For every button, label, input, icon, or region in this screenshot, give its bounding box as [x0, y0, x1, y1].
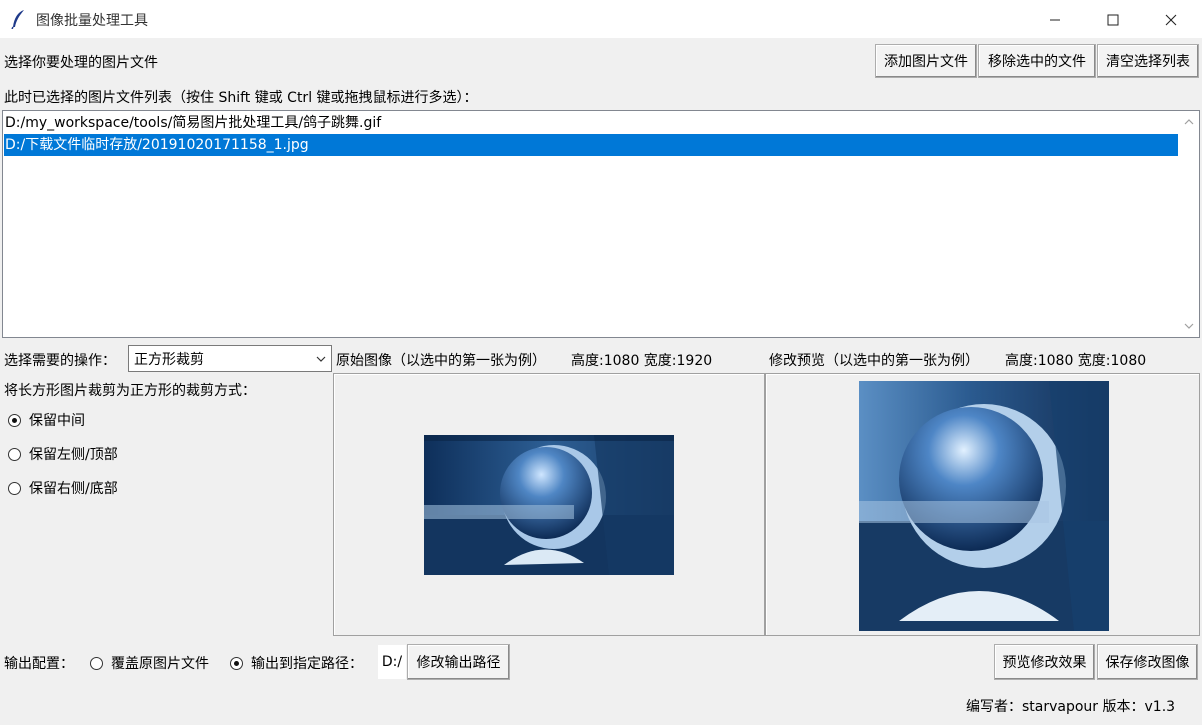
add-files-button[interactable]: 添加图片文件: [875, 44, 977, 78]
crop-option-label: 保留右侧/底部: [29, 481, 118, 497]
feather-icon: [10, 9, 28, 30]
save-image-button[interactable]: 保存修改图像: [1097, 644, 1198, 680]
output-overwrite-option[interactable]: 覆盖原图片文件: [90, 653, 209, 673]
original-dims: 高度:1080 宽度:1920: [571, 353, 713, 369]
file-listbox[interactable]: D:/my_workspace/tools/简易图片批处理工具/鸽子跳舞.gif…: [2, 110, 1200, 338]
window-title: 图像批量处理工具: [36, 13, 148, 29]
crop-option-label: 保留中间: [29, 413, 85, 429]
title-bar: [0, 0, 1202, 39]
output-path-text: D:/: [381, 654, 403, 670]
crop-option-right-bottom[interactable]: 保留右侧/底部: [8, 478, 118, 498]
list-item[interactable]: D:/my_workspace/tools/简易图片批处理工具/鸽子跳舞.gif: [4, 112, 1178, 134]
radio-icon[interactable]: [8, 481, 21, 495]
original-image: [424, 435, 674, 575]
output-config-label: 输出配置：: [4, 656, 74, 672]
radio-icon[interactable]: [90, 656, 103, 670]
chevron-down-icon[interactable]: [315, 353, 327, 365]
change-output-path-button[interactable]: 修改输出路径: [407, 644, 510, 680]
operation-selected-value: 正方形裁剪: [134, 351, 204, 368]
crop-option-center[interactable]: 保留中间: [8, 410, 85, 430]
crop-option-label: 保留左侧/顶部: [29, 447, 118, 463]
remove-selected-button[interactable]: 移除选中的文件: [978, 44, 1096, 78]
close-icon: [1165, 14, 1177, 25]
crop-mode-caption: 将长方形图片裁剪为正方形的裁剪方式：: [4, 383, 256, 399]
clear-list-button[interactable]: 清空选择列表: [1097, 44, 1199, 78]
chevron-up-icon[interactable]: [1184, 117, 1194, 127]
preview-image: [859, 381, 1109, 631]
overwrite-label: 覆盖原图片文件: [111, 656, 209, 672]
list-item-selected[interactable]: D:/下载文件临时存放/20191020171158_1.jpg: [4, 134, 1178, 156]
original-image-panel: [333, 373, 765, 636]
list-scrollbar[interactable]: [1179, 111, 1199, 337]
output-path-value: D:/: [378, 645, 406, 679]
maximize-button[interactable]: [1084, 0, 1142, 39]
operation-combobox[interactable]: 正方形裁剪: [128, 345, 332, 372]
chevron-down-icon[interactable]: [1184, 321, 1194, 331]
close-button[interactable]: [1142, 0, 1200, 39]
radio-icon[interactable]: [8, 447, 21, 461]
output-to-path-option[interactable]: 输出到指定路径：: [230, 653, 363, 673]
file-select-prompt: 选择你要处理的图片文件: [4, 55, 158, 71]
preview-caption: 修改预览（以选中的第一张为例）: [769, 353, 979, 369]
footer-author-version: 编写者：starvapour 版本：v1.3: [966, 699, 1176, 715]
operation-label: 选择需要的操作：: [4, 353, 116, 369]
minimize-button[interactable]: [1026, 0, 1084, 39]
preview-dims: 高度:1080 宽度:1080: [1005, 353, 1147, 369]
radio-icon[interactable]: [8, 413, 21, 427]
crop-option-left-top[interactable]: 保留左侧/顶部: [8, 444, 118, 464]
preview-image-panel: [765, 373, 1200, 636]
minimize-icon: [1050, 19, 1060, 20]
to-path-label: 输出到指定路径：: [251, 656, 363, 672]
maximize-icon: [1107, 14, 1119, 25]
file-list-caption: 此时已选择的图片文件列表（按住 Shift 键或 Ctrl 键或拖拽鼠标进行多选…: [4, 90, 478, 106]
original-caption: 原始图像（以选中的第一张为例）: [336, 353, 546, 369]
radio-icon[interactable]: [230, 656, 243, 670]
preview-changes-button[interactable]: 预览修改效果: [994, 644, 1095, 680]
